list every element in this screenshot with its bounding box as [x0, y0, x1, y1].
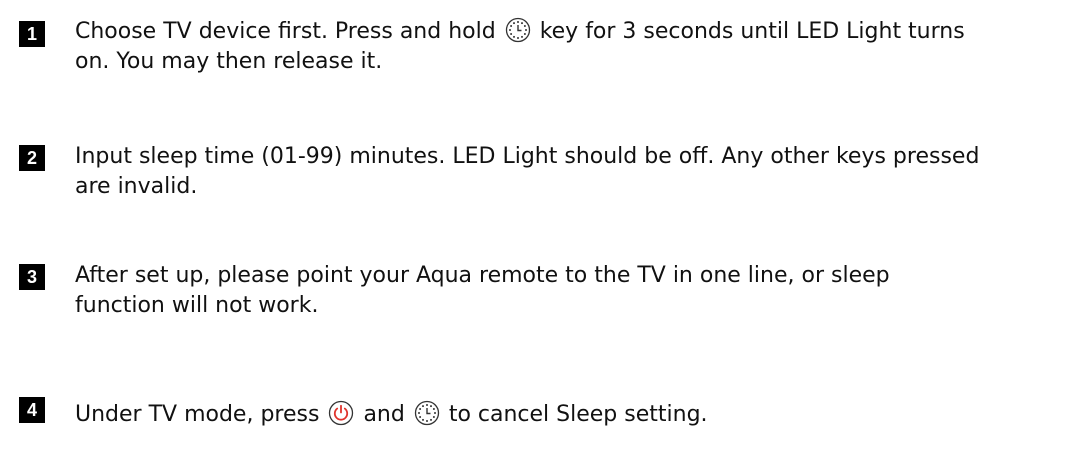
- instruction-text: Input sleep time (01-99) minutes. LED Li…: [75, 144, 980, 169]
- sleep-timer-icon: [414, 400, 440, 426]
- instruction-text: to cancel Sleep setting.: [448, 402, 708, 427]
- instruction-text: function will not work.: [75, 293, 319, 318]
- instruction-text: are invalid.: [75, 174, 198, 199]
- step-instruction: Choose TV device first. Press and hold k…: [75, 17, 1080, 77]
- instruction-text: key for 3 seconds until LED Light turns: [539, 19, 965, 44]
- instruction-text: Choose TV device first. Press and hold: [75, 19, 496, 44]
- instruction-text: and: [363, 402, 405, 427]
- power-icon: [328, 400, 354, 426]
- step-instruction: Input sleep time (01-99) minutes. LED Li…: [75, 142, 1080, 202]
- instruction-text: on. You may then release it.: [75, 49, 383, 74]
- step-number-badge: 4: [19, 397, 45, 423]
- step-number-badge: 2: [19, 145, 45, 171]
- instruction-text: Under TV mode, press: [75, 402, 320, 427]
- step-instruction: Under TV mode, press and to cancel Sleep…: [75, 400, 1080, 430]
- step-number-badge: 1: [19, 21, 45, 47]
- step-number-badge: 3: [19, 264, 45, 290]
- sleep-timer-icon: [505, 17, 531, 43]
- step-instruction: After set up, please point your Aqua rem…: [75, 261, 1080, 321]
- instruction-text: After set up, please point your Aqua rem…: [75, 263, 890, 288]
